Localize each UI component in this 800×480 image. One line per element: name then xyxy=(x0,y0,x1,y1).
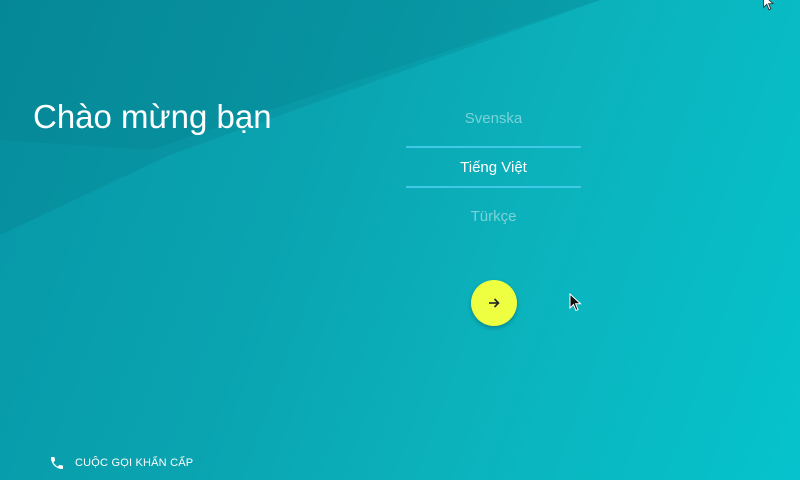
language-option-next[interactable]: Türkçe xyxy=(406,205,581,229)
emergency-call-button[interactable]: CUỘC GỌI KHẨN CẤP xyxy=(49,452,193,474)
picker-divider-top xyxy=(406,146,581,148)
mouse-cursor-icon xyxy=(569,293,582,312)
next-button[interactable] xyxy=(471,280,517,326)
emergency-call-label: CUỘC GỌI KHẨN CẤP xyxy=(75,457,194,469)
picker-divider-bottom xyxy=(406,186,581,188)
language-picker[interactable]: Svenska Tiếng Việt Türkçe xyxy=(406,96,581,240)
language-option-previous[interactable]: Svenska xyxy=(406,107,581,131)
phone-icon xyxy=(51,457,63,469)
welcome-title: Chào mừng bạn xyxy=(33,98,272,135)
background-shape xyxy=(0,0,600,235)
setup-wizard-welcome-screen: Chào mừng bạn Svenska Tiếng Việt Türkçe … xyxy=(0,0,800,480)
arrow-right-icon xyxy=(489,298,500,308)
language-option-selected[interactable]: Tiếng Việt xyxy=(406,156,581,180)
mouse-cursor-icon xyxy=(763,0,775,11)
